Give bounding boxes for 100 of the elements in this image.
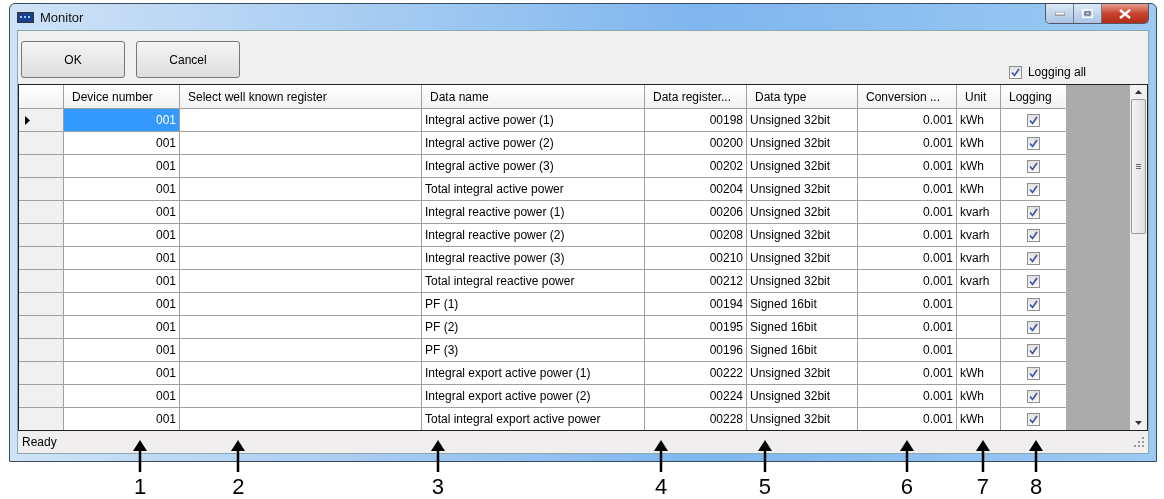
table-cell: 0.001 [858,178,956,200]
table-cell: kWh [957,362,1000,384]
table-cell: 00228 [645,408,746,430]
table-cell: 0.001 [858,155,956,177]
minimize-button[interactable] [1046,4,1074,23]
table-cell: kvarh [957,224,1000,246]
checkbox[interactable] [1008,65,1022,79]
check-icon [1029,184,1038,194]
table-cell: kWh [957,155,1000,177]
table-cell: Unsigned 32bit [747,132,857,154]
logging-checkbox[interactable] [1027,412,1040,426]
logging-checkbox[interactable] [1027,320,1040,334]
check-icon [1029,299,1038,309]
table-cell: 0.001 [858,293,956,315]
dialog-button[interactable]: Cancel [136,41,240,78]
logging-checkbox[interactable] [1027,159,1040,173]
check-icon [1029,322,1038,332]
logging-checkbox[interactable] [1027,182,1040,196]
logging-checkbox[interactable] [1027,297,1040,311]
table-cell: Signed 16bit [747,339,857,361]
table-cell: kWh [957,132,1000,154]
table-cell: Unsigned 32bit [747,385,857,407]
table-cell: kWh [957,408,1000,430]
table-cell: 00200 [645,132,746,154]
maximize-icon [1082,9,1093,18]
table-cell: 0.001 [858,247,956,269]
vertical-scrollbar[interactable] [1130,85,1147,430]
logging-checkbox[interactable] [1027,251,1040,265]
table-cell: 001 [64,247,179,269]
callout-arrow [133,440,148,472]
callout-number: 7 [975,475,991,499]
table-cell: Unsigned 32bit [747,201,857,223]
table-cell: Integral active power (2) [422,132,644,154]
table-cell: 001 [64,408,179,430]
table-cell: 0.001 [858,109,956,131]
column-header[interactable]: Data register... [645,85,746,108]
table-cell: 00194 [645,293,746,315]
logging-checkbox[interactable] [1027,205,1040,219]
scrollbar-thumb[interactable] [1131,99,1146,234]
logging-checkbox[interactable] [1027,366,1040,380]
logging-checkbox[interactable] [1027,136,1040,150]
column-header[interactable]: Conversion ... [858,85,956,108]
logging-all-checkbox[interactable]: Logging all [1008,65,1086,79]
current-row-icon [25,115,30,125]
column-header[interactable]: Unit [957,85,1000,108]
logging-checkbox[interactable] [1027,389,1040,403]
table-cell: Unsigned 32bit [747,408,857,430]
column-header[interactable]: Device number [64,85,179,108]
table-cell: 001 [64,155,179,177]
table-cell: 0.001 [858,132,956,154]
table-cell: Signed 16bit [747,316,857,338]
close-icon [1119,8,1131,19]
check-icon [1029,115,1038,125]
row-header[interactable] [19,109,63,131]
table-cell: 00202 [645,155,746,177]
logging-checkbox[interactable] [1027,343,1040,357]
check-icon [1029,345,1038,355]
maximize-button[interactable] [1074,4,1102,23]
logging-checkbox[interactable] [1027,113,1040,127]
close-button[interactable] [1102,4,1148,23]
resize-grip-icon [1134,437,1144,447]
logging-checkbox[interactable] [1027,228,1040,242]
column-header[interactable]: Select well known register [180,85,421,108]
dialog-button[interactable]: OK [21,41,125,78]
callout-number: 1 [133,475,148,499]
table-cell: Integral active power (1) [422,109,644,131]
check-icon [1029,368,1038,378]
table-cell: Signed 16bit [747,293,857,315]
column-header[interactable]: Data name [422,85,644,108]
table-cell: 001 [64,224,179,246]
callout-arrow [231,440,246,472]
logging-checkbox[interactable] [1027,274,1040,288]
table-cell: Unsigned 32bit [747,178,857,200]
check-icon [1029,161,1038,171]
table-cell: 00212 [645,270,746,292]
table-cell: Unsigned 32bit [747,362,857,384]
table-cell: 001 [64,339,179,361]
table-cell: 001 [64,201,179,223]
table-cell: kvarh [957,247,1000,269]
table-cell: 001 [64,109,179,131]
column-header[interactable]: Logging [1001,85,1066,108]
callout-number: 8 [1028,475,1044,499]
check-icon [1029,253,1038,263]
callout-arrow [1029,440,1044,472]
check-icon [1029,391,1038,401]
table-cell: 0.001 [858,224,956,246]
callout-arrow [899,440,914,472]
table-cell: 0.001 [858,316,956,338]
table-cell: 00224 [645,385,746,407]
callout-arrow [654,440,669,472]
check-icon [1029,230,1038,240]
table-cell: PF (1) [422,293,644,315]
table-cell: 00208 [645,224,746,246]
column-header[interactable]: Data type [747,85,857,108]
table-cell: Integral export active power (2) [422,385,644,407]
window-title: Monitor [40,9,84,25]
table-cell: Unsigned 32bit [747,155,857,177]
table-cell: 00222 [645,362,746,384]
table-cell: 0.001 [858,408,956,430]
callout-number: 6 [899,475,915,499]
